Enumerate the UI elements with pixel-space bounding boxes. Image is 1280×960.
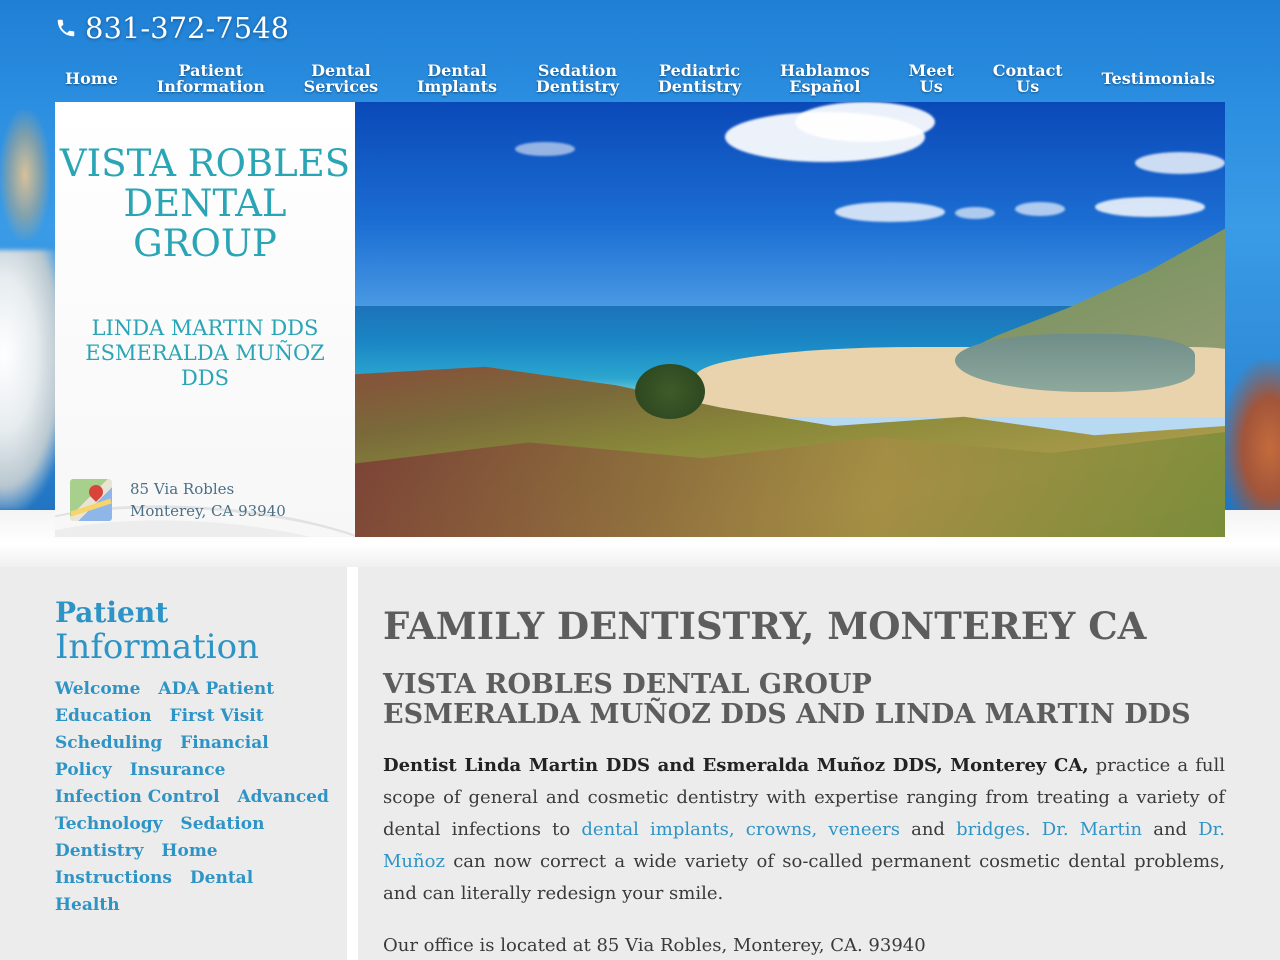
subtitle-line: ESMERALDA MUÑOZ DDS AND LINDA MARTIN DDS [383,699,1191,730]
sidebar-link-infection-control[interactable]: Infection Control [55,787,220,807]
logo-line: VISTA ROBLES [59,142,351,185]
sidebar-title: Patient Information [55,596,335,664]
sidebar-link-insurance[interactable]: Insurance [130,760,226,780]
intro-text: and [1142,819,1199,840]
sidebar-link-first-visit[interactable]: First Visit [170,706,264,726]
logo-line: GROUP [133,222,277,265]
page-subtitle: VISTA ROBLES DENTAL GROUP ESMERALDA MUÑO… [383,670,1225,730]
sidebar-links: Welcome ADA Patient Education First Visi… [55,676,330,919]
nav-label: Dentistry [535,77,620,96]
nav-label: Implants [416,77,498,96]
intro-text [1031,819,1042,840]
sidebar-title-bold: Patient [55,596,169,629]
nav-label: Information [156,77,265,96]
nav-dental-services[interactable]: Dental Services [294,63,388,95]
nav-home[interactable]: Home [55,71,128,87]
practice-logo[interactable]: VISTA ROBLES DENTAL GROUP [55,144,355,264]
office-location: Our office is located at 85 Via Robles, … [383,935,926,956]
address-line: Monterey, CA 93940 [130,502,286,520]
nav-label: Services [303,77,379,96]
address-text: 85 Via Robles Monterey, CA 93940 [130,478,286,522]
link-bridges[interactable]: bridges. [956,819,1031,840]
phone-number[interactable]: 831-372-7548 [55,10,289,46]
main-content: FAMILY DENTISTRY, MONTEREY CA VISTA ROBL… [383,604,1225,960]
hero-landscape-image [355,102,1225,537]
intro-text: and [899,819,957,840]
nav-label: Home [65,69,118,88]
nav-dental-implants[interactable]: Dental Implants [407,63,507,95]
page-title: FAMILY DENTISTRY, MONTEREY CA [383,604,1147,648]
nav-label: Us [919,77,943,96]
nav-sedation-dentistry[interactable]: Sedation Dentistry [526,63,629,95]
link-dr-martin[interactable]: Dr. Martin [1042,819,1142,840]
nav-testimonials[interactable]: Testimonials [1092,71,1226,87]
main-nav: Home Patient Information Dental Services D… [55,58,1225,100]
phone-text: 831-372-7548 [85,11,290,45]
nav-hablamos-espanol[interactable]: Hablamos Español [770,63,880,95]
nav-meet-us[interactable]: Meet Us [899,63,964,95]
sidebar-title-light: Information [55,627,260,667]
coral-decoration [1222,360,1280,520]
intro-paragraph: Dentist Linda Martin DDS and Esmeralda M… [383,750,1225,910]
column-divider [347,567,358,960]
address-line: 85 Via Robles [130,480,235,498]
doctor-line: LINDA MARTIN DDS [91,316,319,340]
intro-text: can now correct a wide variety of so-cal… [383,851,1225,904]
subtitle-line: VISTA ROBLES DENTAL GROUP [383,669,872,700]
doctor-line: ESMERALDA MUÑOZ [85,341,325,365]
sidebar-link-welcome[interactable]: Welcome [55,679,140,699]
nav-patient-information[interactable]: Patient Information [147,63,275,95]
doctor-line: DDS [180,366,230,390]
nav-label: Español [789,77,861,96]
intro-bold: Dentist Linda Martin DDS and Esmeralda M… [383,755,1089,776]
phone-icon [57,19,75,37]
logo-line: DENTAL [123,182,287,225]
doctor-names: LINDA MARTIN DDS ESMERALDA MUÑOZ DDS [55,316,355,391]
map-icon[interactable] [70,479,112,521]
sidebar: Patient Information Welcome ADA Patient … [55,596,335,919]
nav-label: Us [1016,77,1040,96]
sidebar-link-scheduling[interactable]: Scheduling [55,733,162,753]
nav-label: Dentistry [657,77,742,96]
nav-contact-us[interactable]: Contact Us [983,63,1073,95]
nav-label: Testimonials [1101,69,1216,88]
nav-pediatric-dentistry[interactable]: Pediatric Dentistry [648,63,751,95]
link-implants-crowns-veneers[interactable]: dental implants, crowns, veneers [581,819,900,840]
coral-decoration [0,110,50,240]
logo-panel: VISTA ROBLES DENTAL GROUP LINDA MARTIN D… [55,102,355,537]
office-address[interactable]: 85 Via Robles Monterey, CA 93940 [70,478,286,522]
